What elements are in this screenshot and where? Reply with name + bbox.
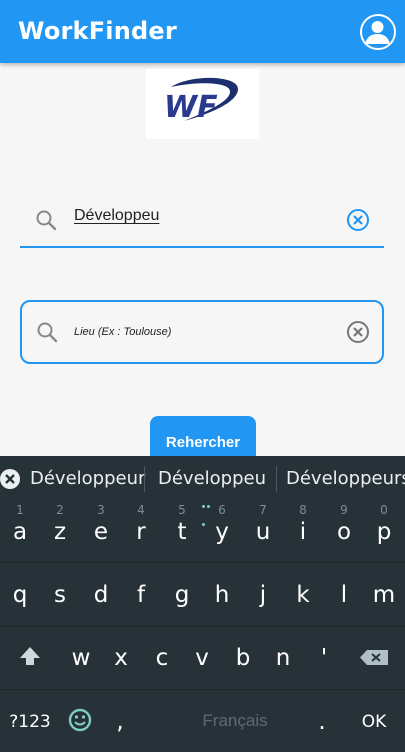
clear-circle-icon[interactable]	[346, 320, 370, 344]
emoji-icon	[68, 708, 92, 732]
key-d[interactable]: d	[81, 564, 121, 626]
location-input[interactable]: Lieu (Ex : Toulouse)	[74, 326, 171, 338]
key-z[interactable]: 2z	[40, 500, 80, 562]
shift-arrow-icon	[20, 647, 40, 665]
key-i[interactable]: 8i	[283, 500, 323, 562]
suggestion-divider	[144, 466, 145, 492]
close-icon[interactable]	[0, 469, 20, 489]
search-icon	[34, 208, 58, 232]
key-apostrophe[interactable]: '	[304, 627, 344, 689]
clear-circle-icon[interactable]	[346, 208, 370, 232]
row-separator	[0, 562, 405, 563]
suggestion-bar: Développeur Développeu Développeurs	[0, 456, 405, 526]
more-suggestions-dots	[202, 495, 216, 526]
key-e[interactable]: 3e	[81, 500, 121, 562]
key-x[interactable]: x	[101, 627, 141, 689]
key-r[interactable]: 4r	[121, 500, 161, 562]
ok-key[interactable]: OK	[350, 690, 398, 752]
field-underline	[20, 246, 384, 248]
key-s[interactable]: s	[40, 564, 80, 626]
key-u[interactable]: 7u	[243, 500, 283, 562]
key-row-1: 1a 2z 3e 4r 5t 6y 7u 8i 9o 0p	[0, 500, 405, 562]
key-m[interactable]: m	[364, 564, 404, 626]
app-title: WorkFinder	[18, 17, 177, 45]
company-logo: WF	[146, 69, 259, 139]
suggestion-item[interactable]: Développeur	[30, 468, 145, 489]
key-n[interactable]: n	[263, 627, 303, 689]
key-c[interactable]: c	[142, 627, 182, 689]
key-row-2: q s d f g h j k l m	[0, 564, 405, 626]
location-search-field[interactable]: Lieu (Ex : Toulouse)	[20, 300, 384, 364]
key-w[interactable]: w	[61, 627, 101, 689]
suggestion-item[interactable]: Développeu	[158, 468, 266, 489]
backspace-icon	[360, 650, 388, 665]
svg-text:WF: WF	[164, 90, 218, 125]
key-j[interactable]: j	[243, 564, 283, 626]
key-q[interactable]: q	[0, 564, 40, 626]
symbols-key[interactable]: ?123	[4, 690, 56, 752]
emoji-key[interactable]	[62, 690, 98, 752]
app-bar: WorkFinder	[0, 0, 405, 63]
key-a[interactable]: 1a	[0, 500, 40, 562]
key-v[interactable]: v	[182, 627, 222, 689]
key-h[interactable]: h	[202, 564, 242, 626]
backspace-key[interactable]	[354, 627, 394, 689]
key-o[interactable]: 9o	[324, 500, 364, 562]
key-b[interactable]: b	[223, 627, 263, 689]
key-f[interactable]: f	[121, 564, 161, 626]
key-g[interactable]: g	[162, 564, 202, 626]
key-comma[interactable]: ,	[100, 690, 140, 752]
key-t[interactable]: 5t	[162, 500, 202, 562]
key-k[interactable]: k	[283, 564, 323, 626]
account-icon[interactable]	[360, 14, 396, 50]
key-period[interactable]: .	[302, 690, 342, 752]
key-p[interactable]: 0p	[364, 500, 404, 562]
shift-key[interactable]	[10, 627, 50, 689]
soft-keyboard: Développeur Développeu Développeurs 1a 2…	[0, 456, 405, 752]
key-l[interactable]: l	[324, 564, 364, 626]
job-search-input[interactable]: Développeu	[74, 207, 159, 225]
search-icon	[35, 320, 59, 344]
suggestion-divider	[276, 466, 277, 492]
key-row-3: w x c v b n '	[0, 627, 405, 689]
suggestion-item[interactable]: Développeurs	[286, 468, 405, 489]
key-y[interactable]: 6y	[202, 500, 242, 562]
key-row-4: ?123 , Français . OK	[0, 690, 405, 752]
space-bar[interactable]: Français	[150, 698, 320, 744]
job-search-field[interactable]: Développeu	[20, 190, 384, 248]
